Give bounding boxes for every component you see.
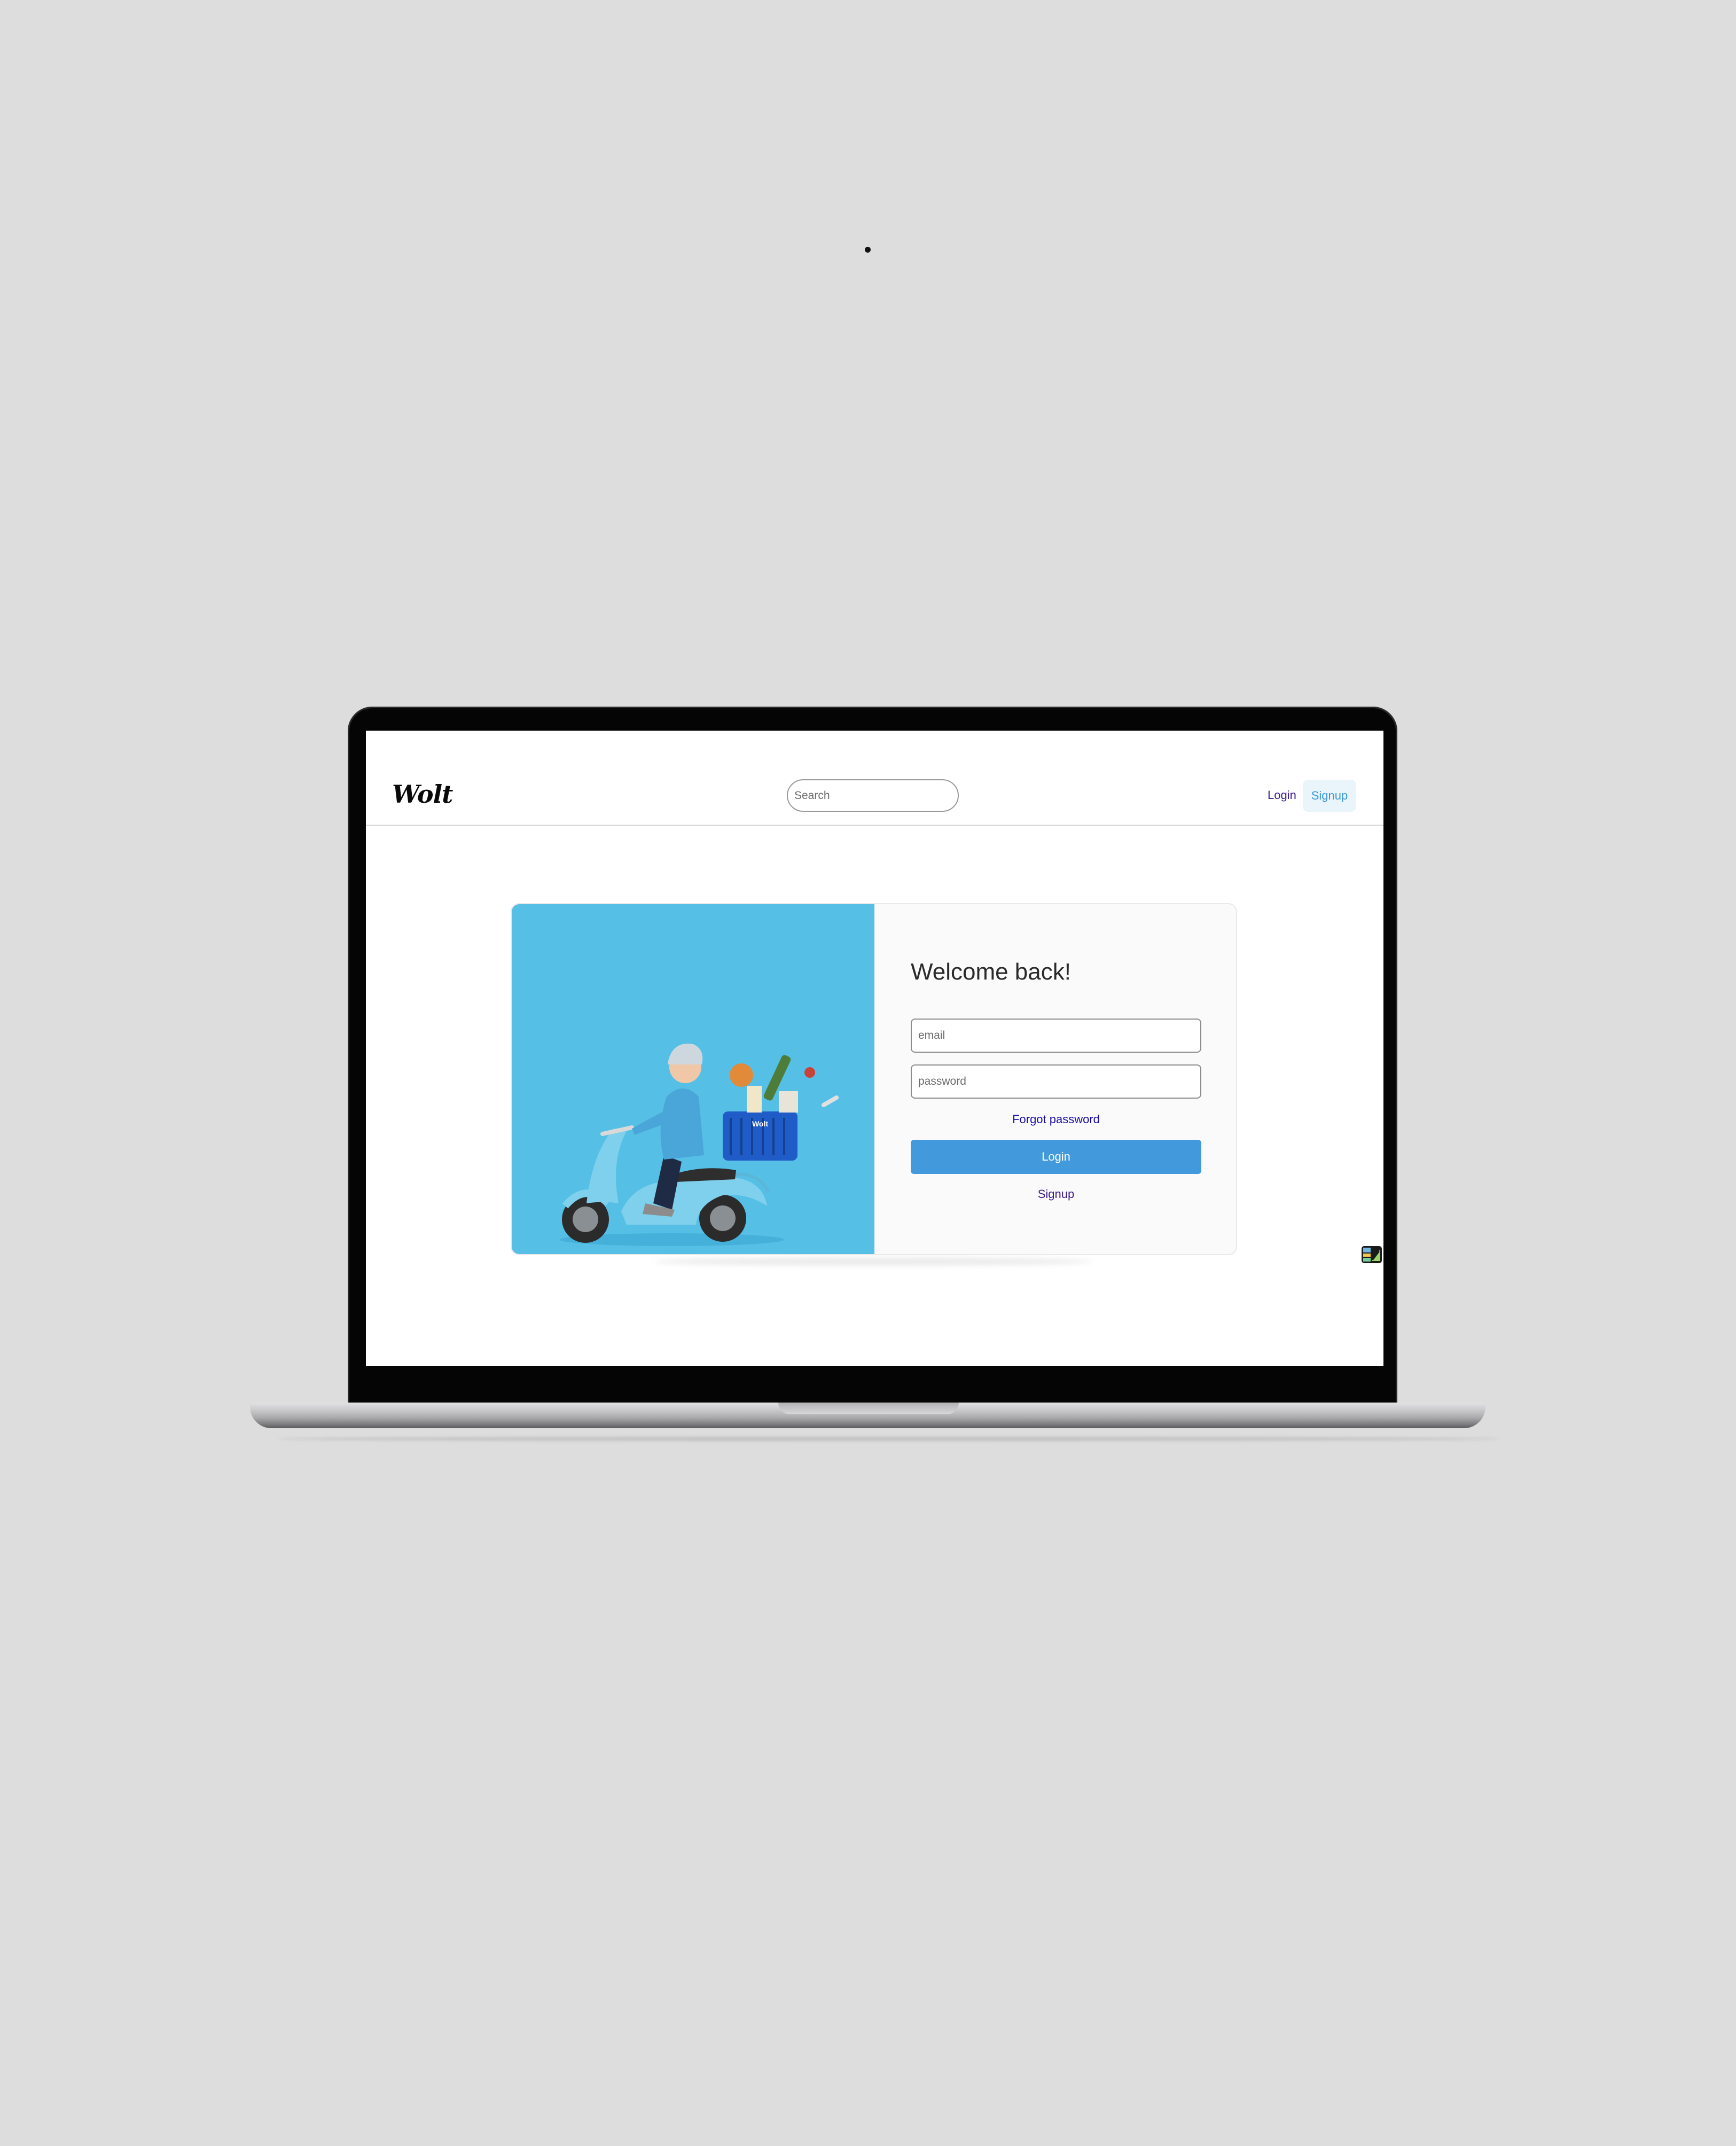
page-dot <box>865 247 871 253</box>
image-edit-icon[interactable] <box>1361 1245 1382 1264</box>
login-card: Wolt Welcome back! Forgot password Login… <box>511 903 1237 1255</box>
laptop-frame: Wolt Login Signup <box>348 707 1397 1408</box>
signup-link[interactable]: Signup <box>911 1187 1201 1201</box>
card-shadow <box>654 1257 1092 1266</box>
forgot-password-link[interactable]: Forgot password <box>911 1113 1201 1126</box>
laptop-screen: Wolt Login Signup <box>366 731 1383 1366</box>
wolt-logo[interactable]: Wolt <box>392 780 453 809</box>
hero-illustration: Wolt <box>512 904 874 1254</box>
welcome-heading: Welcome back! <box>911 959 1071 985</box>
login-button[interactable]: Login <box>911 1140 1201 1174</box>
search-input[interactable] <box>787 779 959 812</box>
top-navbar: Wolt Login Signup <box>366 731 1383 826</box>
laptop-base-notch <box>778 1403 959 1414</box>
laptop-base <box>250 1403 1485 1428</box>
nav-signup-button[interactable]: Signup <box>1303 780 1356 812</box>
email-field[interactable] <box>911 1019 1201 1053</box>
laptop-base-shadow <box>278 1437 1501 1441</box>
basket-label: Wolt <box>752 1119 768 1128</box>
password-field[interactable] <box>911 1064 1201 1099</box>
scooter-courier-illustration: Wolt <box>560 1044 839 1246</box>
nav-login-link[interactable]: Login <box>1268 787 1296 803</box>
login-form: Welcome back! Forgot password Login Sign… <box>874 904 1236 1254</box>
